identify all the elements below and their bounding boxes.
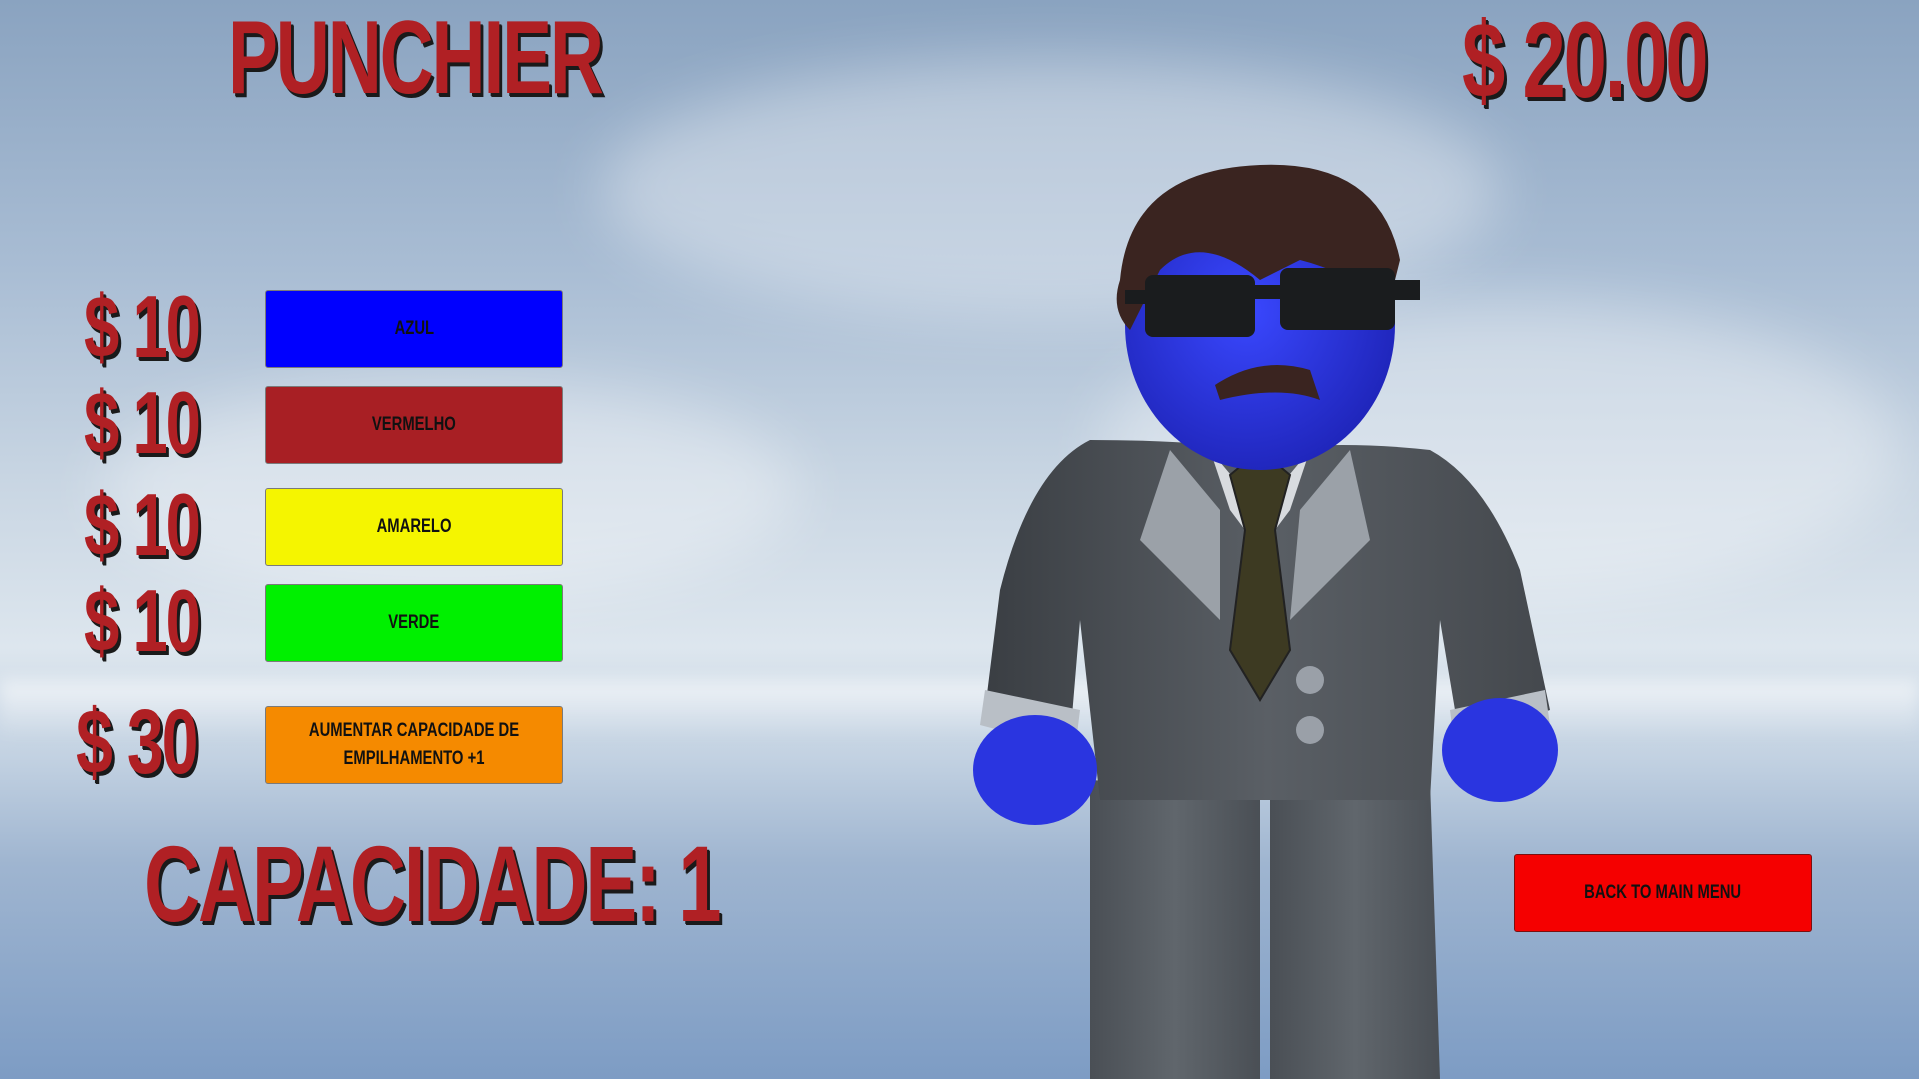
character-button xyxy=(1296,716,1324,744)
price-vermelho: $ 10 xyxy=(84,373,201,472)
buy-amarelo-button[interactable]: AMARELO xyxy=(265,488,563,566)
buy-vermelho-button[interactable]: VERMELHO xyxy=(265,386,563,464)
price-amarelo: $ 10 xyxy=(84,475,201,574)
character-left-hand xyxy=(973,715,1097,825)
character-right-leg xyxy=(1270,780,1440,1079)
upgrade-capacity-label: AUMENTAR CAPACIDADE DE EMPILHAMENTO +1 xyxy=(308,720,520,769)
capacity-label: CAPACIDADE: 1 xyxy=(144,823,721,944)
buy-amarelo-label: AMARELO xyxy=(376,516,452,537)
buy-verde-button[interactable]: VERDE xyxy=(265,584,563,662)
character-button xyxy=(1296,666,1324,694)
character-right-hand xyxy=(1442,698,1558,802)
upgrade-capacity-button[interactable]: AUMENTAR CAPACIDADE DE EMPILHAMENTO +1 xyxy=(265,706,563,784)
character-left-leg xyxy=(1090,780,1260,1079)
buy-verde-label: VERDE xyxy=(388,612,440,633)
money-balance: $ 20.00 xyxy=(1462,0,1708,120)
price-verde: $ 10 xyxy=(84,571,201,670)
buy-azul-button[interactable]: AZUL xyxy=(265,290,563,368)
buy-azul-label: AZUL xyxy=(394,318,434,339)
back-to-main-menu-label: BACK TO MAIN MENU xyxy=(1584,882,1742,903)
buy-vermelho-label: VERMELHO xyxy=(372,414,456,435)
character-model xyxy=(973,164,1558,1079)
character-tie xyxy=(1228,448,1292,702)
game-title: PUNCHIER xyxy=(228,0,604,116)
price-azul: $ 10 xyxy=(84,277,201,376)
price-upgrade: $ 30 xyxy=(76,691,198,793)
